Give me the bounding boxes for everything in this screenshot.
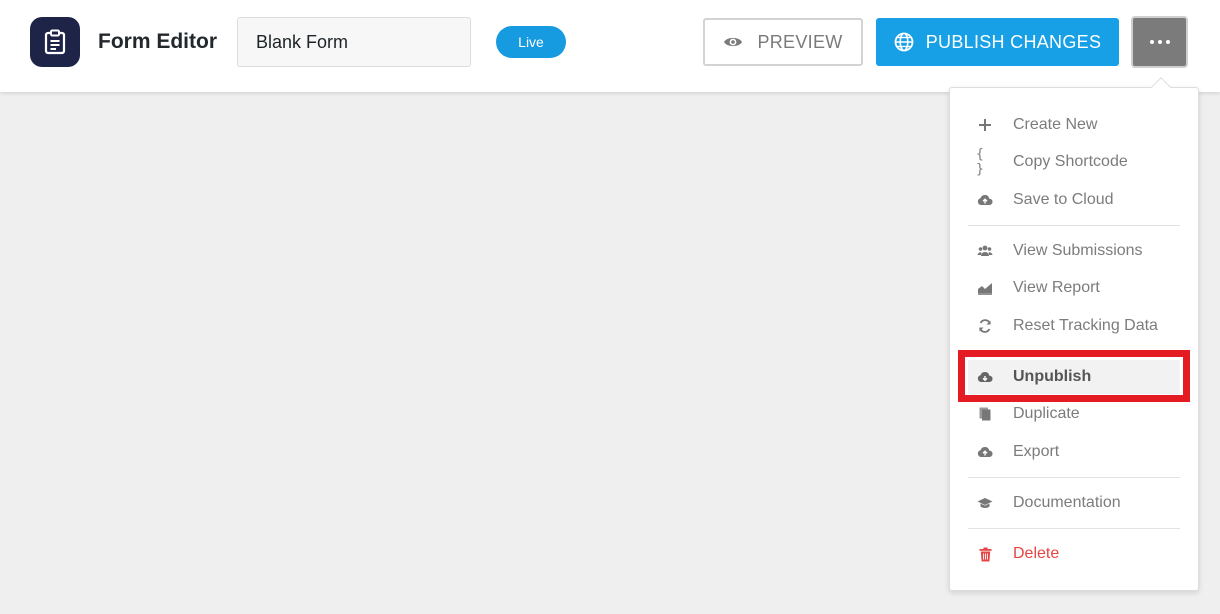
copy-icon bbox=[976, 405, 994, 423]
ellipsis-icon bbox=[1149, 40, 1154, 44]
cloud-download-icon bbox=[976, 368, 994, 386]
plus-icon bbox=[976, 116, 994, 134]
ellipsis-dot bbox=[1165, 40, 1170, 44]
publish-changes-button[interactable]: PUBLISH CHANGES bbox=[876, 18, 1119, 66]
trash-icon bbox=[976, 545, 994, 563]
app-title: Form Editor bbox=[98, 30, 217, 53]
menu-divider bbox=[968, 351, 1180, 352]
export-icon bbox=[976, 443, 994, 461]
cloud-upload-icon bbox=[976, 191, 994, 209]
form-name-input[interactable] bbox=[237, 17, 471, 67]
menu-item-label: Create New bbox=[1013, 116, 1098, 133]
menu-item-label: View Report bbox=[1013, 279, 1100, 296]
more-options-menu: Create New { } Copy Shortcode Save to Cl… bbox=[949, 87, 1199, 591]
publish-label: PUBLISH CHANGES bbox=[925, 31, 1102, 52]
menu-item-documentation[interactable]: Documentation bbox=[968, 486, 1180, 520]
menu-item-create-new[interactable]: Create New bbox=[968, 108, 1180, 142]
refresh-icon bbox=[976, 317, 994, 335]
menu-item-label: Documentation bbox=[1013, 494, 1121, 511]
menu-item-save-to-cloud[interactable]: Save to Cloud bbox=[968, 183, 1180, 217]
menu-item-label: Copy Shortcode bbox=[1013, 153, 1128, 170]
users-icon bbox=[976, 242, 994, 260]
eye-icon bbox=[724, 37, 743, 47]
more-options-button[interactable] bbox=[1131, 16, 1188, 68]
menu-divider bbox=[968, 477, 1180, 478]
menu-divider bbox=[968, 225, 1180, 226]
menu-item-unpublish[interactable]: Unpublish bbox=[968, 360, 1180, 394]
menu-item-duplicate[interactable]: Duplicate bbox=[968, 397, 1180, 431]
menu-item-view-submissions[interactable]: View Submissions bbox=[968, 234, 1180, 268]
menu-item-delete[interactable]: Delete bbox=[968, 537, 1180, 571]
clipboard-icon bbox=[44, 29, 66, 55]
chart-icon bbox=[976, 279, 994, 297]
graduation-cap-icon bbox=[976, 494, 994, 512]
menu-divider bbox=[968, 528, 1180, 529]
preview-label: PREVIEW bbox=[757, 31, 843, 52]
menu-item-label: Reset Tracking Data bbox=[1013, 317, 1158, 334]
menu-item-label: Export bbox=[1013, 443, 1060, 460]
braces-icon: { } bbox=[976, 147, 986, 177]
menu-item-copy-shortcode[interactable]: { } Copy Shortcode bbox=[968, 145, 1180, 179]
menu-item-label: Delete bbox=[1013, 545, 1060, 562]
app-logo bbox=[30, 17, 80, 67]
menu-item-export[interactable]: Export bbox=[968, 435, 1180, 469]
menu-item-label: Duplicate bbox=[1013, 405, 1080, 422]
menu-item-reset-tracking-data[interactable]: Reset Tracking Data bbox=[968, 309, 1180, 343]
globe-icon bbox=[894, 32, 914, 52]
ellipsis-dot bbox=[1157, 40, 1162, 44]
top-bar: Form Editor Live PREVIEW PUBLISH CHANGES bbox=[0, 0, 1220, 92]
preview-button[interactable]: PREVIEW bbox=[703, 18, 863, 66]
status-badge: Live bbox=[496, 26, 566, 58]
menu-item-view-report[interactable]: View Report bbox=[968, 271, 1180, 305]
menu-item-label: Unpublish bbox=[1013, 368, 1092, 385]
menu-item-label: Save to Cloud bbox=[1013, 191, 1114, 208]
menu-item-label: View Submissions bbox=[1013, 242, 1143, 259]
